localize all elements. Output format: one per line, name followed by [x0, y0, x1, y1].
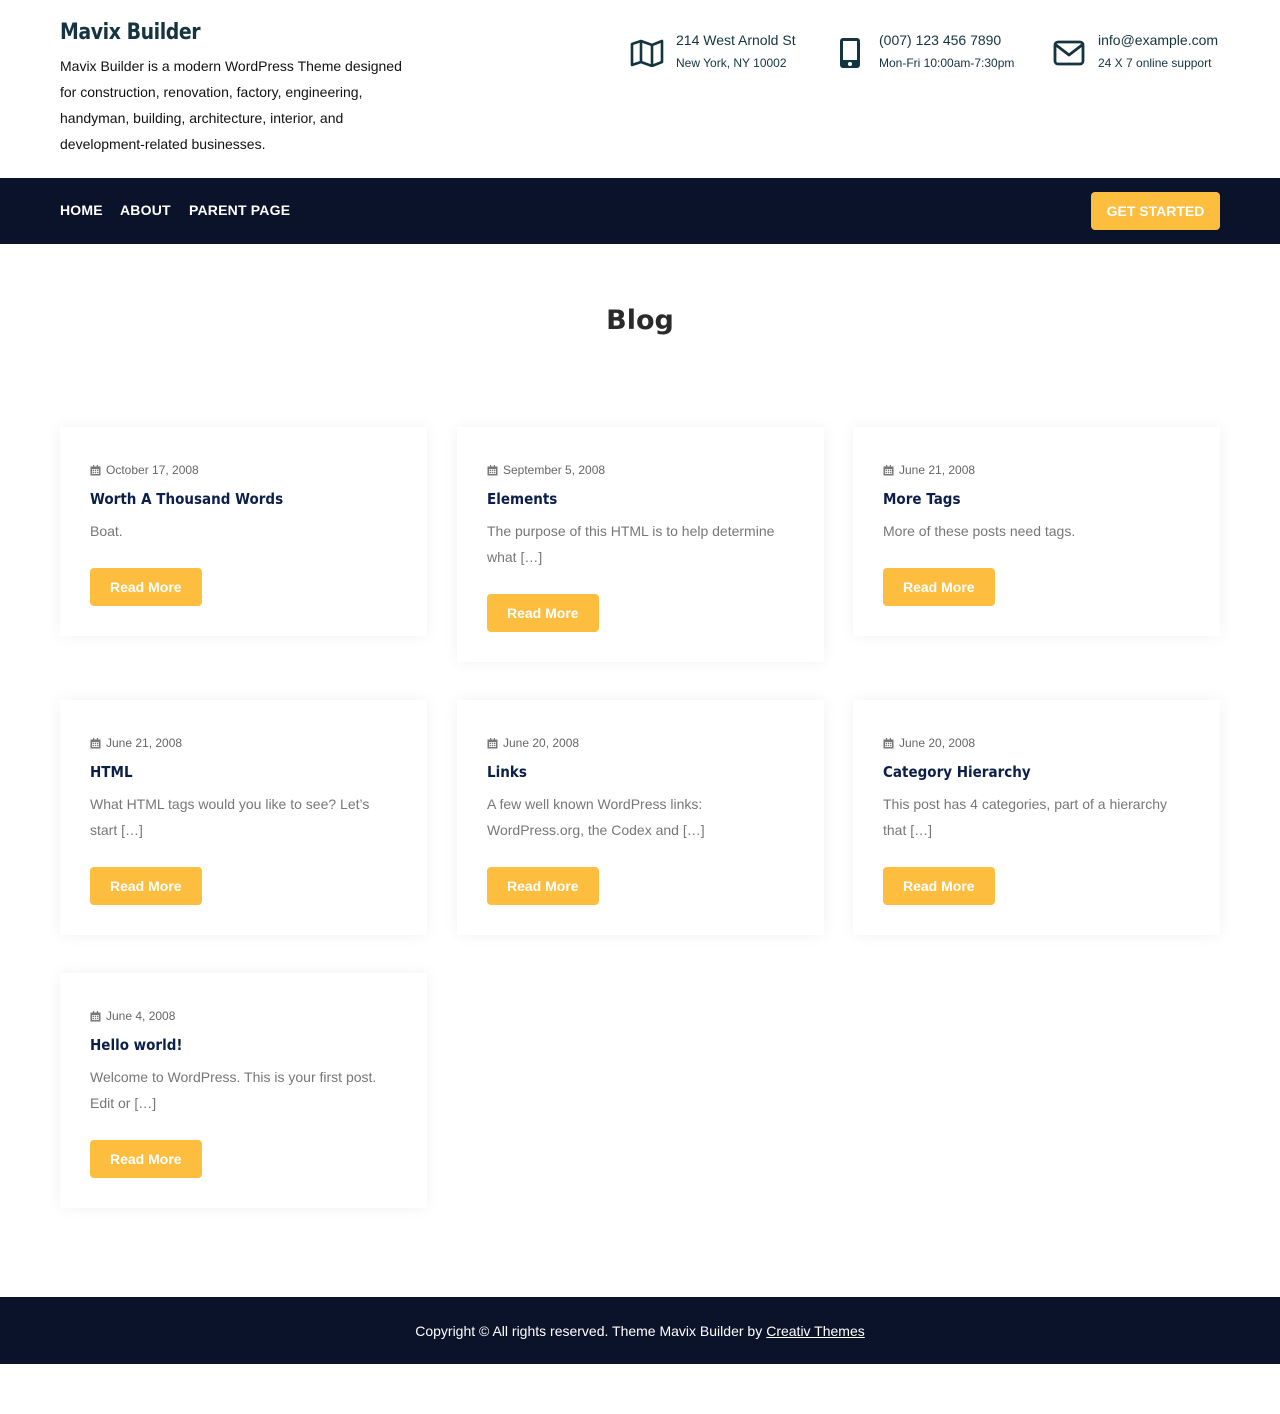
post-excerpt: This post has 4 categories, part of a hi…	[883, 796, 1168, 838]
contact-email-line2: 24 X 7 online support	[1098, 56, 1212, 70]
contact-address-line2: New York, NY 10002	[676, 56, 787, 70]
get-started-button[interactable]: GET STARTED	[1091, 192, 1220, 230]
post-title[interactable]: More Tags	[883, 490, 1159, 508]
post-date[interactable]: June 21, 2008	[899, 463, 975, 477]
site-title[interactable]: Mavix Builder	[60, 20, 370, 45]
post-card: June 21, 2008 More Tags More of these po…	[853, 427, 1220, 636]
post-title[interactable]: Elements	[487, 490, 763, 508]
post-card: October 17, 2008 Worth A Thousand Words …	[60, 427, 427, 636]
post-date[interactable]: September 5, 2008	[503, 463, 605, 477]
read-more-button[interactable]: Read More	[90, 867, 202, 905]
contact-email: info@example.com 24 X 7 online support	[1052, 30, 1218, 76]
calendar-icon	[883, 464, 894, 475]
post-date[interactable]: June 20, 2008	[899, 736, 975, 750]
post-card: June 21, 2008 HTML What HTML tags would …	[60, 700, 427, 935]
post-title[interactable]: HTML	[90, 763, 366, 781]
envelope-icon	[1052, 36, 1086, 70]
post-excerpt: A few well known WordPress links: WordPr…	[487, 796, 705, 838]
nav-item-parent-page[interactable]: PARENT PAGE	[189, 202, 290, 218]
post-card: September 5, 2008 Elements The purpose o…	[457, 427, 824, 662]
post-card: June 20, 2008 Category Hierarchy This po…	[853, 700, 1220, 935]
read-more-button[interactable]: Read More	[90, 1140, 202, 1178]
map-icon	[630, 36, 664, 70]
nav-item-about[interactable]: ABOUT	[120, 202, 171, 218]
read-more-button[interactable]: Read More	[487, 867, 599, 905]
page-title: Blog	[606, 305, 674, 336]
post-date[interactable]: June 20, 2008	[503, 736, 579, 750]
calendar-icon	[883, 737, 894, 748]
site-description: Mavix Builder is a modern WordPress Them…	[60, 58, 402, 152]
calendar-icon	[487, 737, 498, 748]
post-date[interactable]: June 4, 2008	[106, 1009, 175, 1023]
post-excerpt: Boat.	[90, 523, 123, 539]
calendar-icon	[487, 464, 498, 475]
post-excerpt: What HTML tags would you like to see? Le…	[90, 796, 370, 838]
post-title[interactable]: Category Hierarchy	[883, 763, 1159, 781]
calendar-icon	[90, 1010, 101, 1021]
post-date[interactable]: June 21, 2008	[106, 736, 182, 750]
contact-address: 214 West Arnold St New York, NY 10002	[630, 30, 796, 76]
post-excerpt: The purpose of this HTML is to help dete…	[487, 523, 775, 565]
branding: Mavix Builder Mavix Builder is a modern …	[60, 20, 420, 157]
contact-phone: (007) 123 456 7890 Mon-Fri 10:00am-7:30p…	[833, 30, 1014, 76]
post-date[interactable]: October 17, 2008	[106, 463, 199, 477]
footer-theme-link[interactable]: Creativ Themes	[766, 1323, 865, 1339]
post-card: June 20, 2008 Links A few well known Wor…	[457, 700, 824, 935]
contact-email-line1[interactable]: info@example.com	[1098, 30, 1218, 50]
site-header: Mavix Builder Mavix Builder is a modern …	[0, 0, 1280, 178]
nav-item-home[interactable]: HOME	[60, 202, 103, 218]
contact-phone-line2: Mon-Fri 10:00am-7:30pm	[879, 56, 1015, 70]
contact-phone-line1[interactable]: (007) 123 456 7890	[879, 30, 1014, 50]
post-title[interactable]: Hello world!	[90, 1036, 366, 1054]
post-excerpt: More of these posts need tags.	[883, 523, 1076, 539]
post-card: June 4, 2008 Hello world! Welcome to Wor…	[60, 973, 427, 1208]
post-excerpt: Welcome to WordPress. This is your first…	[90, 1069, 377, 1111]
read-more-button[interactable]: Read More	[883, 867, 995, 905]
read-more-button[interactable]: Read More	[883, 568, 995, 606]
post-title[interactable]: Worth A Thousand Words	[90, 490, 366, 508]
calendar-icon	[90, 737, 101, 748]
contact-address-line1: 214 West Arnold St	[676, 32, 796, 48]
post-title[interactable]: Links	[487, 763, 763, 781]
calendar-icon	[90, 464, 101, 475]
read-more-button[interactable]: Read More	[90, 568, 202, 606]
footer-copyright: Copyright © All rights reserved. Theme M…	[415, 1322, 763, 1339]
site-footer: Copyright © All rights reserved. Theme M…	[0, 1297, 1280, 1364]
phone-icon	[833, 36, 867, 70]
read-more-button[interactable]: Read More	[487, 594, 599, 632]
main-nav: HOME ABOUT PARENT PAGE GET STARTED	[0, 178, 1280, 244]
